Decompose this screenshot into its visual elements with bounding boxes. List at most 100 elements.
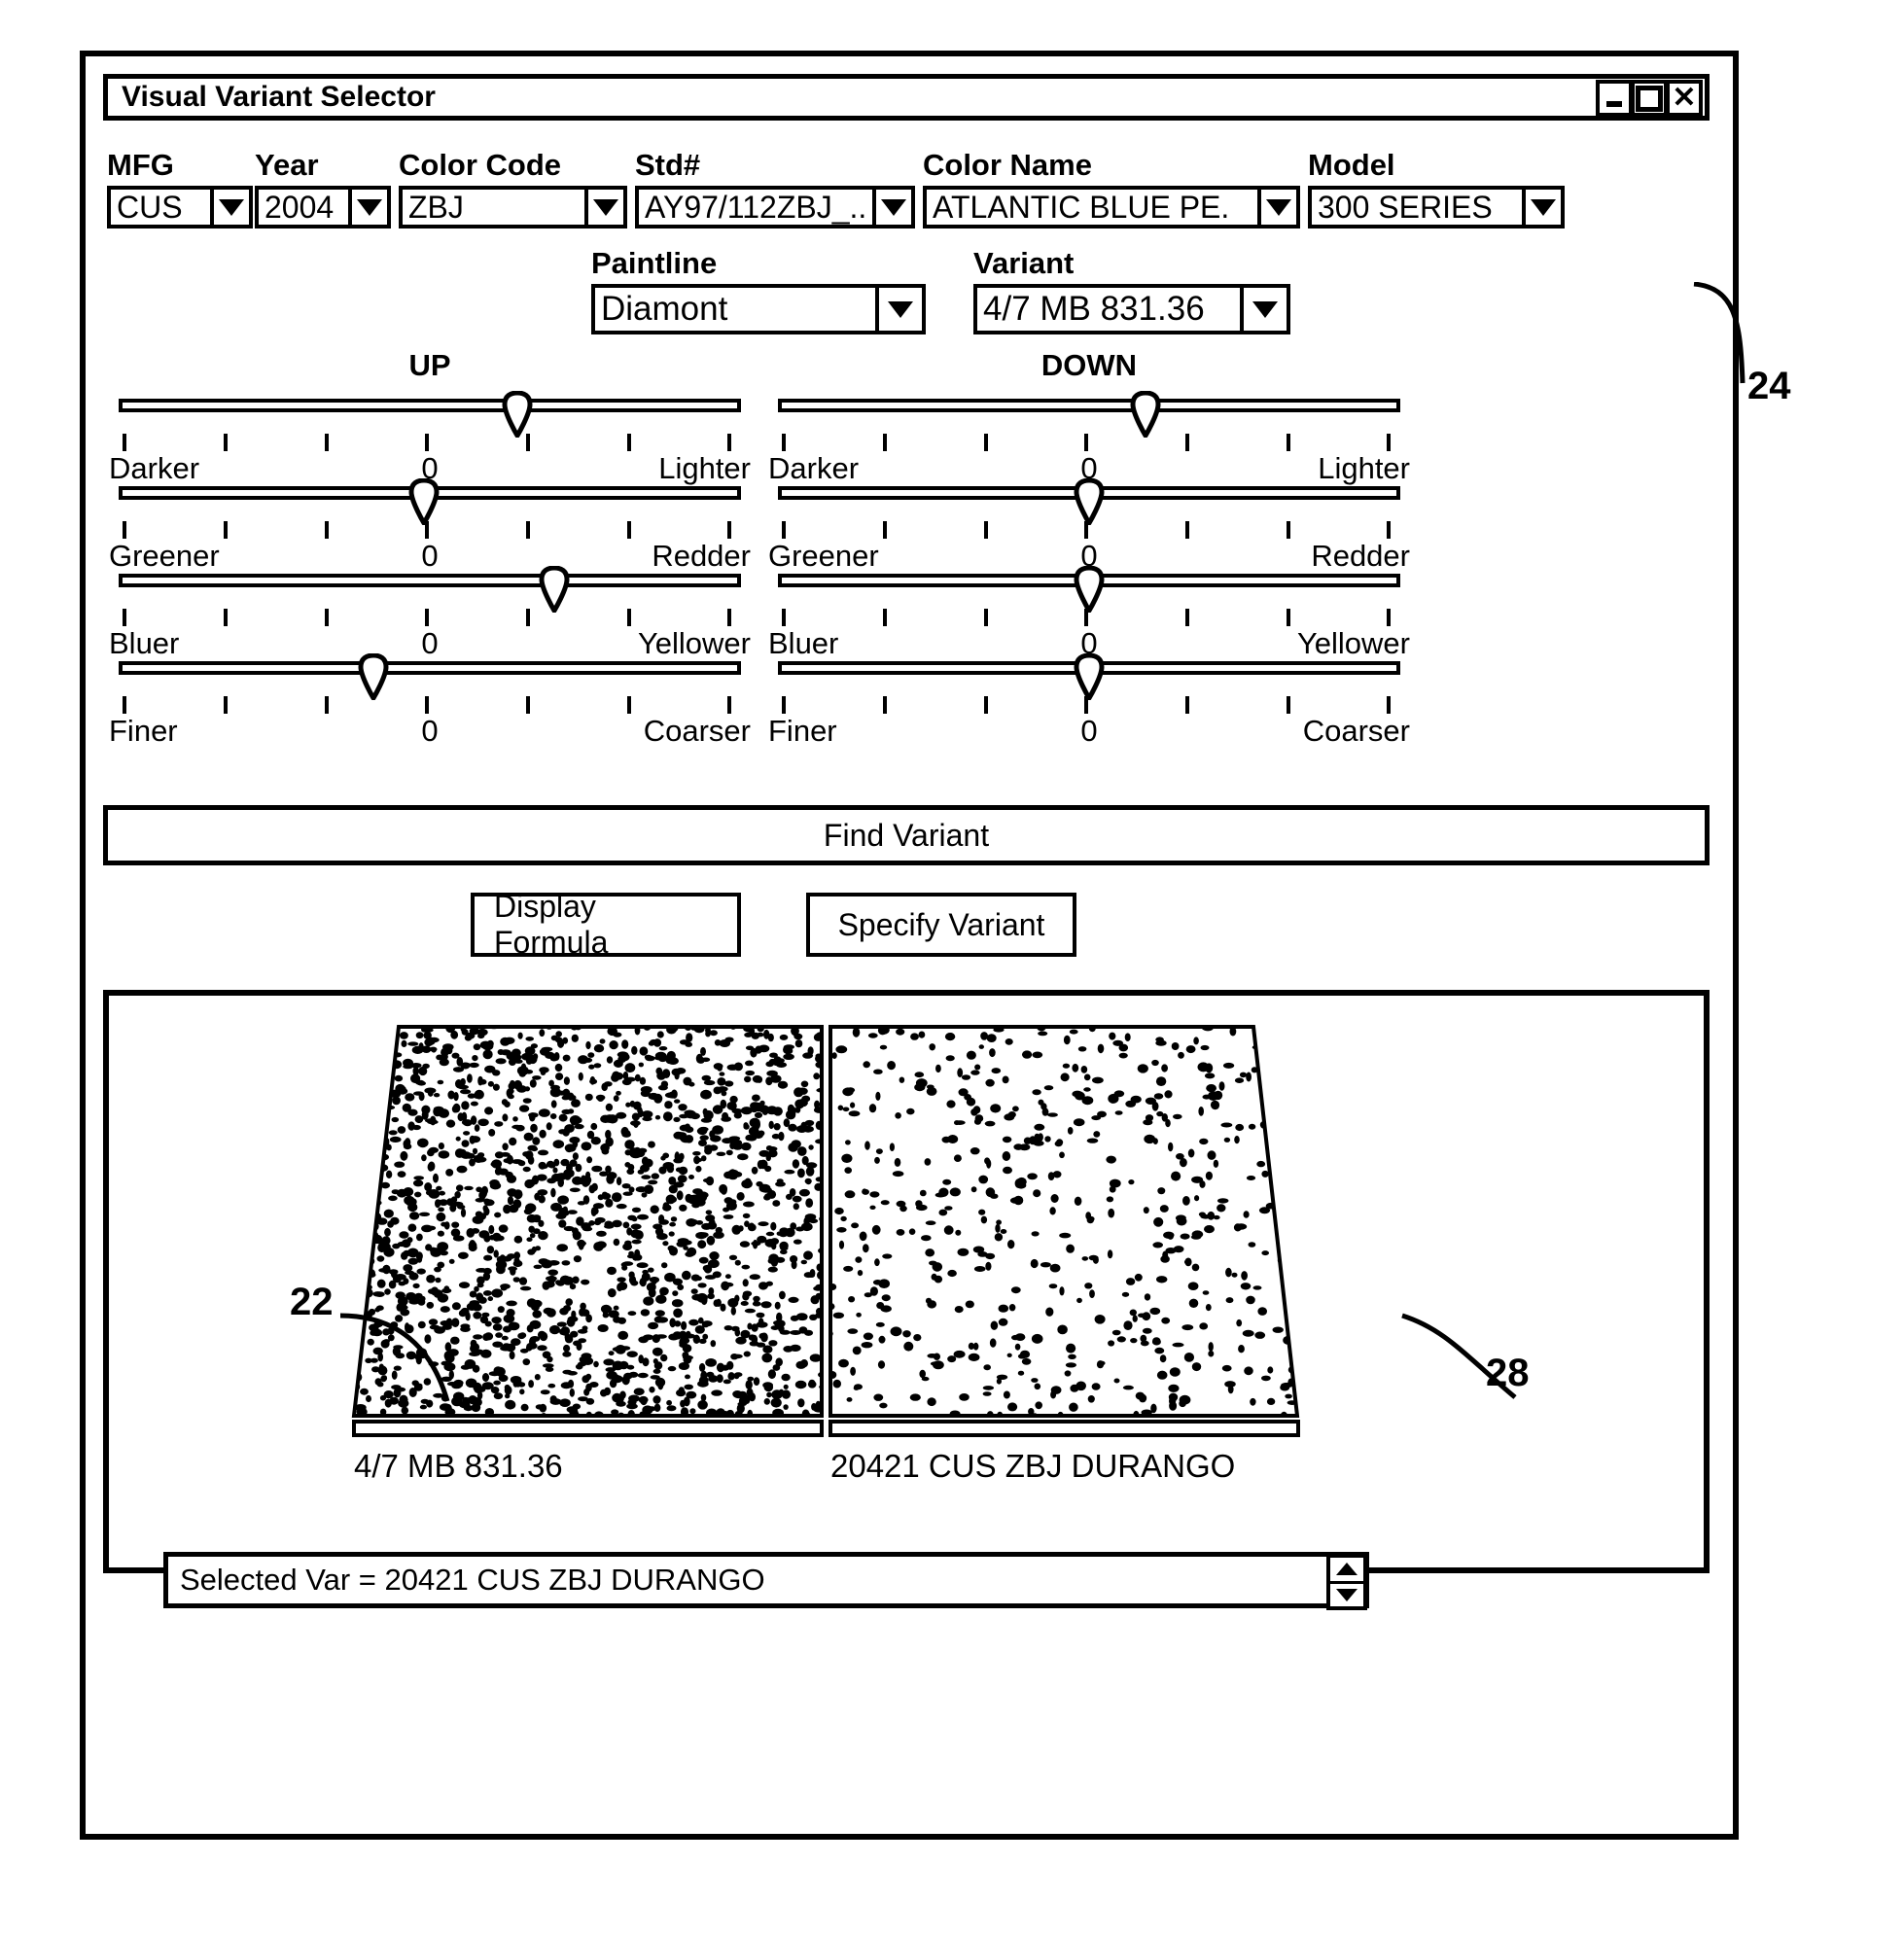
chevron-down-icon[interactable] <box>1240 284 1290 334</box>
specify-variant-label: Specify Variant <box>837 906 1045 942</box>
selected-variant-field[interactable]: Selected Var = 20421 CUS ZBJ DURANGO <box>163 1552 1369 1610</box>
slider-tick <box>425 521 430 539</box>
slider-thumb[interactable] <box>357 653 390 700</box>
window-title: Visual Variant Selector <box>122 81 436 113</box>
color-code-dropdown[interactable]: ZBJ <box>399 186 627 229</box>
slider-tick <box>1286 696 1290 714</box>
std-number-value: AY97/112ZBJ_.. <box>635 186 876 229</box>
swatch-right-shape <box>829 1025 1300 1437</box>
slider-tick <box>1286 434 1290 451</box>
slider-labels: Finer 0 Coarser <box>109 714 751 749</box>
slider-tick <box>782 434 787 451</box>
field-label-variant: Variant <box>973 246 1075 280</box>
down-slider-panel: DOWN Darker 0 Lighter Greener 0 Redder Bluer 0 Y… <box>768 348 1410 748</box>
slider-tick <box>324 609 329 626</box>
slider-tick <box>1084 521 1089 539</box>
chevron-down-icon[interactable] <box>1257 186 1300 229</box>
slider-track[interactable] <box>119 399 741 412</box>
color-name-value: ATLANTIC BLUE PE. <box>923 186 1261 229</box>
slider-label-min: Finer <box>768 714 837 748</box>
specify-variant-button[interactable]: Specify Variant <box>806 893 1076 957</box>
slider-thumb[interactable] <box>501 391 534 438</box>
slider-down-finer[interactable]: Finer 0 Coarser <box>768 646 1410 748</box>
chevron-down-icon[interactable] <box>210 186 253 229</box>
slider-thumb[interactable] <box>538 566 571 613</box>
selected-variant-text: Selected Var = 20421 CUS ZBJ DURANGO <box>180 1563 765 1597</box>
find-variant-button[interactable]: Find Variant <box>103 805 1710 865</box>
slider-tick <box>626 609 631 626</box>
chevron-down-icon[interactable] <box>872 186 915 229</box>
slider-tick <box>526 696 531 714</box>
field-label-model: Model <box>1308 148 1395 182</box>
field-model: Model 300 SERIES <box>1308 149 1565 229</box>
year-dropdown[interactable]: 2004 <box>255 186 391 229</box>
slider-track[interactable] <box>778 399 1400 412</box>
slider-track[interactable] <box>119 661 741 675</box>
field-color-name: Color Name ATLANTIC BLUE PE. <box>923 149 1300 229</box>
color-name-dropdown[interactable]: ATLANTIC BLUE PE. <box>923 186 1300 229</box>
slider-tick <box>782 521 787 539</box>
slider-tick <box>782 609 787 626</box>
slider-labels: Finer 0 Coarser <box>768 714 1410 749</box>
mfg-dropdown[interactable]: CUS <box>107 186 253 229</box>
slider-tick <box>1185 609 1190 626</box>
maximize-icon[interactable] <box>1631 80 1668 117</box>
slider-up-greener[interactable]: Greener 0 Redder <box>109 471 751 573</box>
slider-tick <box>1286 521 1290 539</box>
chevron-down-icon[interactable] <box>1522 186 1565 229</box>
slider-tick <box>425 696 430 714</box>
slider-tick <box>883 521 888 539</box>
chevron-down-icon[interactable] <box>584 186 627 229</box>
slider-thumb[interactable] <box>1129 391 1162 438</box>
chevron-down-icon[interactable] <box>348 186 391 229</box>
slider-up-finer[interactable]: Finer 0 Coarser <box>109 646 751 748</box>
slider-down-bluer[interactable]: Bluer 0 Yellower <box>768 558 1410 660</box>
secondary-field-row: Paintline Diamont Variant 4/7 MB 831.36 <box>107 247 1682 339</box>
slider-tick <box>224 521 229 539</box>
slider-thumb[interactable] <box>1073 566 1106 613</box>
paintline-value: Diamont <box>591 284 879 334</box>
slider-tick <box>626 434 631 451</box>
slider-up-bluer[interactable]: Bluer 0 Yellower <box>109 558 751 660</box>
slider-tick <box>526 609 531 626</box>
std-number-dropdown[interactable]: AY97/112ZBJ_.. <box>635 186 915 229</box>
display-formula-button[interactable]: Display Formula <box>471 889 741 960</box>
slider-ticks <box>778 609 1400 626</box>
slider-ticks <box>119 696 741 714</box>
window-controls: ✕ <box>1596 80 1703 117</box>
variant-dropdown[interactable]: 4/7 MB 831.36 <box>973 284 1290 334</box>
slider-tick <box>1185 696 1190 714</box>
slider-tick <box>526 521 531 539</box>
close-icon[interactable]: ✕ <box>1666 80 1703 117</box>
stepper-up-icon[interactable] <box>1330 1558 1363 1581</box>
slider-ticks <box>778 521 1400 539</box>
slider-down-greener[interactable]: Greener 0 Redder <box>768 471 1410 573</box>
field-variant: Variant 4/7 MB 831.36 <box>973 247 1290 334</box>
slider-down-darker[interactable]: Darker 0 Lighter <box>768 383 1410 485</box>
patent-figure-root: Visual Variant Selector ✕ MFG CUS Year 2… <box>0 0 1904 1934</box>
stepper-down-icon[interactable] <box>1330 1580 1363 1607</box>
slider-thumb[interactable] <box>407 478 441 525</box>
slider-tick <box>324 434 329 451</box>
slider-tick <box>224 609 229 626</box>
slider-tick <box>727 521 732 539</box>
model-dropdown[interactable]: 300 SERIES <box>1308 186 1565 229</box>
slider-tick <box>123 696 127 714</box>
slider-thumb[interactable] <box>1073 478 1106 525</box>
slider-tick <box>1084 609 1089 626</box>
slider-tick <box>727 434 732 451</box>
slider-track[interactable] <box>119 574 741 587</box>
selected-variant-stepper[interactable] <box>1326 1554 1367 1610</box>
slider-tick <box>626 521 631 539</box>
down-panel-title: DOWN <box>1040 348 1138 382</box>
slider-ticks <box>119 434 741 451</box>
paintline-dropdown[interactable]: Diamont <box>591 284 926 334</box>
slider-tick <box>425 434 430 451</box>
chevron-down-icon[interactable] <box>875 284 926 334</box>
slider-tick <box>1387 609 1392 626</box>
field-mfg: MFG CUS <box>107 149 253 229</box>
minimize-icon[interactable] <box>1596 80 1633 117</box>
slider-tick <box>983 521 988 539</box>
slider-up-darker[interactable]: Darker 0 Lighter <box>109 383 751 485</box>
slider-thumb[interactable] <box>1073 653 1106 700</box>
